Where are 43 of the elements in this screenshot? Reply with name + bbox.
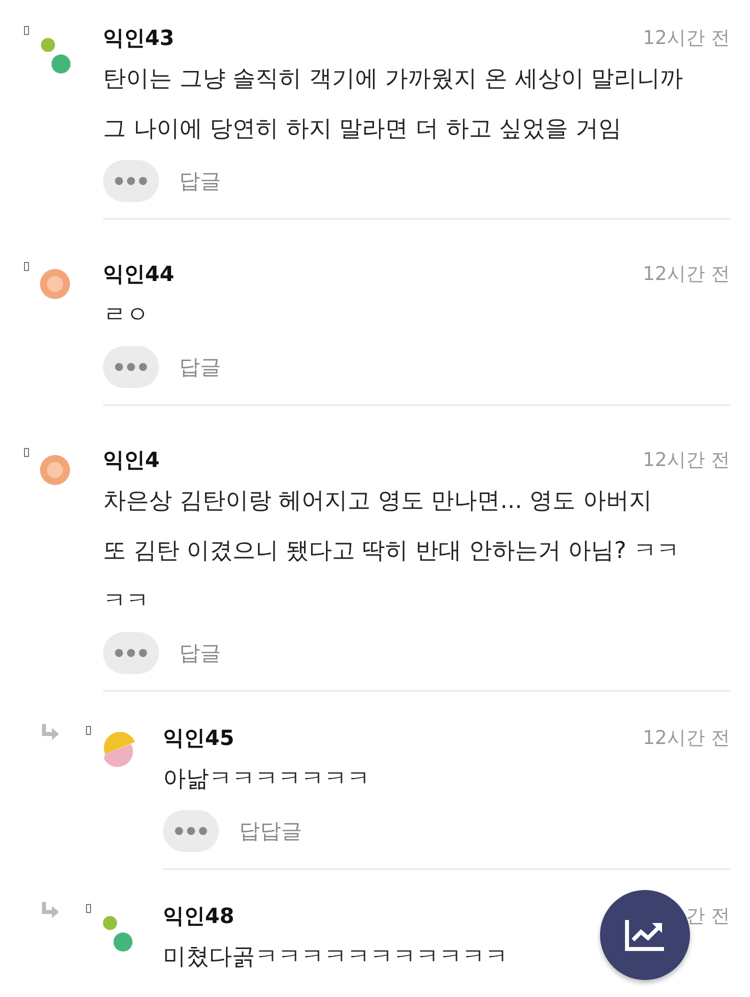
reply-link[interactable]: 답답글 (239, 817, 302, 845)
comment-text: 탄이는 그냥 솔직히 객기에 가까웠지 온 세상이 말리니까 (103, 65, 684, 94)
avatar-icon (39, 36, 71, 76)
author-name: 익인4 (103, 447, 160, 474)
author-name: 익인45 (163, 725, 234, 752)
avatar-icon (101, 914, 133, 954)
small-box-icon (24, 448, 29, 457)
small-box-icon (86, 904, 91, 913)
comment-text: ㄹㅇ (103, 301, 149, 330)
author-name: 익인43 (103, 25, 174, 52)
more-button[interactable] (103, 346, 159, 388)
reply-arrow-icon (40, 902, 60, 920)
comment-text: 또 김탄 이겼으니 됐다고 딱히 반대 안하는거 아님? ㅋㅋ (103, 537, 680, 566)
small-box-icon (86, 726, 91, 735)
dots-icon (114, 176, 148, 186)
more-button[interactable] (163, 810, 219, 852)
small-box-icon (24, 26, 29, 35)
reply-link[interactable]: 답글 (179, 167, 221, 195)
dots-icon (114, 362, 148, 372)
comment-text: 그 나이에 당연히 하지 말라면 더 하고 싶었을 거임 (103, 115, 622, 144)
comment-text: 차은상 김탄이랑 헤어지고 영도 만나면... 영도 아버지 (103, 487, 652, 516)
more-button[interactable] (103, 632, 159, 674)
timestamp: 12시간 전 (642, 262, 730, 287)
timestamp: 간 전 (686, 904, 730, 929)
timestamp: 12시간 전 (642, 26, 730, 51)
reply-link[interactable]: 답글 (179, 353, 221, 381)
comment-text: 미쳤다곩ㅋㅋㅋㅋㅋㅋㅋㅋㅋㅋㅋ (163, 943, 508, 972)
author-name: 익인48 (163, 903, 234, 930)
avatar-icon (39, 268, 71, 300)
dots-icon (174, 826, 208, 836)
reply-link[interactable]: 답글 (179, 639, 221, 667)
dots-icon (114, 648, 148, 658)
author-name: 익인44 (103, 261, 174, 288)
comment-text: ㅋㅋ (103, 587, 149, 616)
avatar-icon (39, 454, 71, 486)
reply-arrow-icon (40, 724, 60, 742)
avatar-icon (101, 732, 137, 768)
timestamp: 12시간 전 (642, 448, 730, 473)
chart-icon (624, 918, 666, 952)
more-button[interactable] (103, 160, 159, 202)
small-box-icon (24, 262, 29, 271)
timestamp: 12시간 전 (642, 726, 730, 751)
comment-text: 아낢ㅋㅋㅋㅋㅋㅋㅋ (163, 765, 370, 794)
